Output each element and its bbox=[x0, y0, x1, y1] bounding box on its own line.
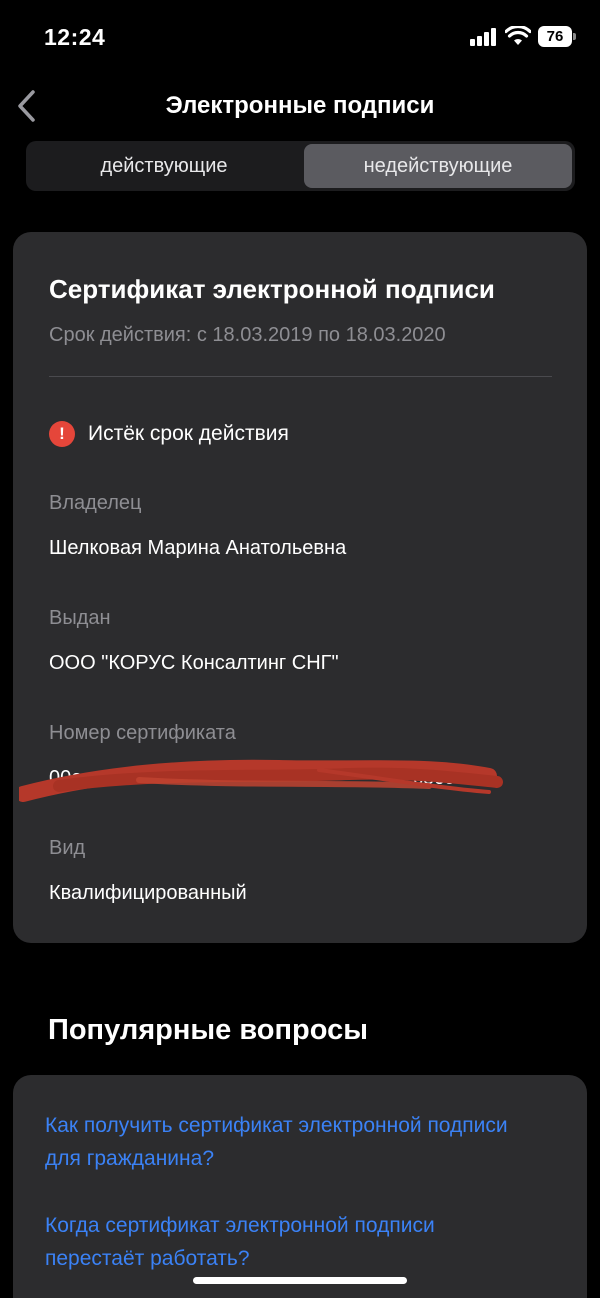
page-title: Электронные подписи bbox=[165, 92, 435, 119]
issuer-value: ООО "КОРУС Консалтинг СНГ" bbox=[49, 652, 339, 674]
certificate-status: ! Истёк срок действия bbox=[49, 420, 289, 448]
status-time: 12:24 bbox=[44, 24, 106, 50]
owner-label: Владелец bbox=[49, 492, 142, 514]
tab-inactive[interactable]: недействующие bbox=[304, 144, 572, 188]
issuer-label: Выдан bbox=[49, 607, 111, 629]
tab-active[interactable]: действующие bbox=[29, 144, 299, 188]
wifi-icon bbox=[505, 26, 531, 45]
faq-section-title: Популярные вопросы bbox=[48, 1014, 368, 1046]
alert-icon: ! bbox=[49, 421, 75, 447]
battery-icon: 76 bbox=[538, 26, 578, 47]
owner-value: Шелковая Марина Анатольевна bbox=[49, 537, 347, 559]
faq-link-get-certificate[interactable]: Как получить сертификат электронной подп… bbox=[45, 1109, 525, 1175]
certificate-number-label: Номер сертификата bbox=[49, 722, 236, 744]
certificate-card[interactable]: Сертификат электронной подписи Срок дейс… bbox=[13, 232, 587, 943]
battery-level: 76 bbox=[538, 26, 572, 47]
home-indicator[interactable] bbox=[193, 1277, 407, 1284]
type-value: Квалифицированный bbox=[49, 882, 247, 904]
redaction-scribble bbox=[19, 759, 503, 802]
status-text: Истёк срок действия bbox=[88, 422, 289, 445]
type-label: Вид bbox=[49, 837, 86, 859]
divider bbox=[49, 376, 552, 377]
status-bar: 12:24 76 bbox=[0, 0, 600, 70]
tab-switcher: действующие недействующие bbox=[26, 141, 575, 191]
certificate-period: Срок действия: с 18.03.2019 по 18.03.202… bbox=[49, 324, 446, 346]
faq-card: Как получить сертификат электронной подп… bbox=[13, 1075, 587, 1298]
cellular-signal-icon bbox=[470, 28, 498, 46]
faq-link-certificate-expiry[interactable]: Когда сертификат электронной подписи пер… bbox=[45, 1209, 525, 1275]
certificate-title: Сертификат электронной подписи bbox=[49, 274, 495, 304]
